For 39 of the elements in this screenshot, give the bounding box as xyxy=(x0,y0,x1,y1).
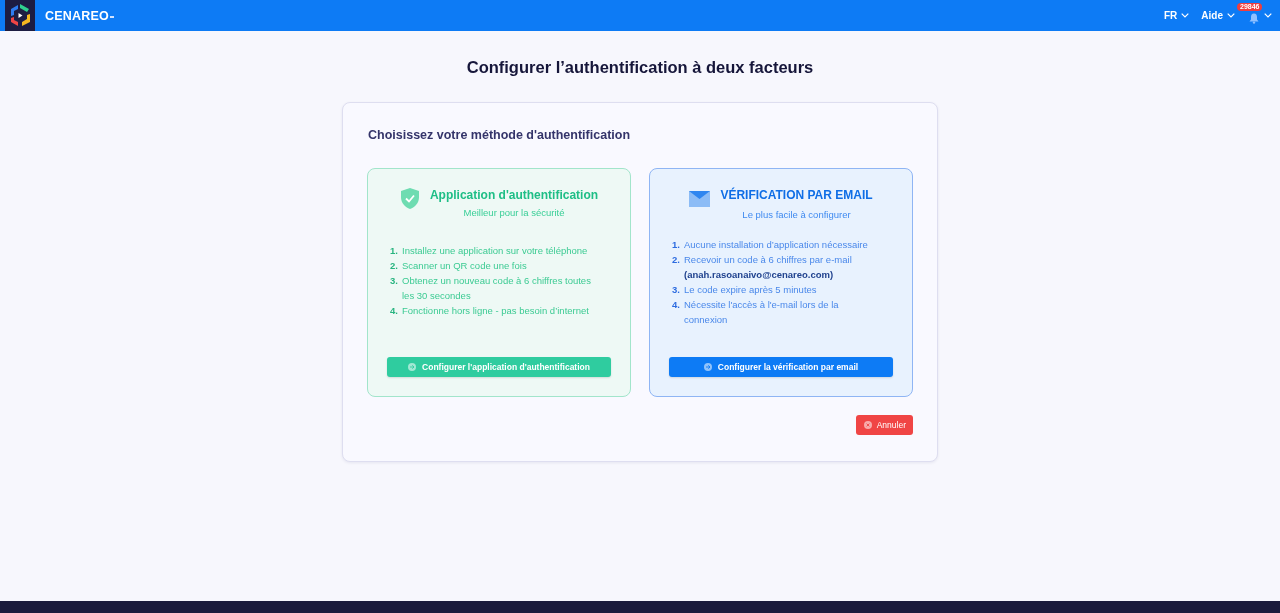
step-text: Installez une application sur votre téléphone xyxy=(402,244,589,258)
arrow-circle-icon xyxy=(408,363,417,371)
cancel-button[interactable]: Annuler xyxy=(855,415,913,435)
bell-icon xyxy=(1249,13,1259,24)
chevron-down-icon xyxy=(1181,13,1190,18)
chevron-down-icon xyxy=(1227,13,1235,18)
step-text: Nécessite l'accès à l'e-mail lors de la connexion xyxy=(684,298,840,327)
method-subtitle: Meilleur pour la sécurité xyxy=(463,206,565,219)
step-number: 4. xyxy=(390,304,399,318)
step-number: 3. xyxy=(390,274,399,288)
nav-menu-button[interactable]: Aide xyxy=(1201,10,1235,21)
brand-mark-icon xyxy=(109,15,114,18)
logo-icon[interactable] xyxy=(5,0,35,31)
step-text: Le code expire après 5 minutes xyxy=(684,283,818,297)
shield-check-icon xyxy=(399,188,420,209)
method-title: Application d'authentification xyxy=(429,187,599,204)
step-text: Fonctionne hors ligne - pas besoin d’internet xyxy=(402,304,590,318)
chevron-down-icon xyxy=(1264,13,1272,18)
method-title: VÉRIFICATION PAR EMAIL xyxy=(720,186,873,204)
step-number: 2. xyxy=(672,253,681,267)
configure-button[interactable]: Configurer la vérification par email xyxy=(669,357,893,377)
method-subtitle: Le plus facile à configurer xyxy=(742,208,851,221)
step-number: 1. xyxy=(672,238,681,252)
step-text: Scanner un QR code une fois xyxy=(402,259,528,273)
step-number: 3. xyxy=(672,283,681,297)
step-number: 2. xyxy=(390,259,399,273)
page-title: Configurer l’authentification à deux facteurs xyxy=(466,57,814,77)
step-text: Obtenez un nouveau code à 6 chiffres toutes les 30 secondes xyxy=(402,274,592,303)
close-circle-icon xyxy=(863,421,872,429)
envelope-icon xyxy=(689,191,711,207)
configure-button[interactable]: Configurer l'application d'authentification xyxy=(387,357,611,377)
step-text: Recevoir un code à 6 chiffres par e-mail (anah.rasoanaivo@cenareo.com) xyxy=(684,253,853,282)
nav-menu-button[interactable]: FR xyxy=(1164,10,1190,21)
section-heading: Choisissez votre méthode d'authentification xyxy=(368,127,632,143)
step-text: Aucune installation d’application nécessaire xyxy=(684,238,869,252)
arrow-circle-icon xyxy=(703,363,712,371)
step-number: 1. xyxy=(390,244,399,258)
step-number: 4. xyxy=(672,298,681,312)
brand-name: CENAREO xyxy=(45,8,109,23)
